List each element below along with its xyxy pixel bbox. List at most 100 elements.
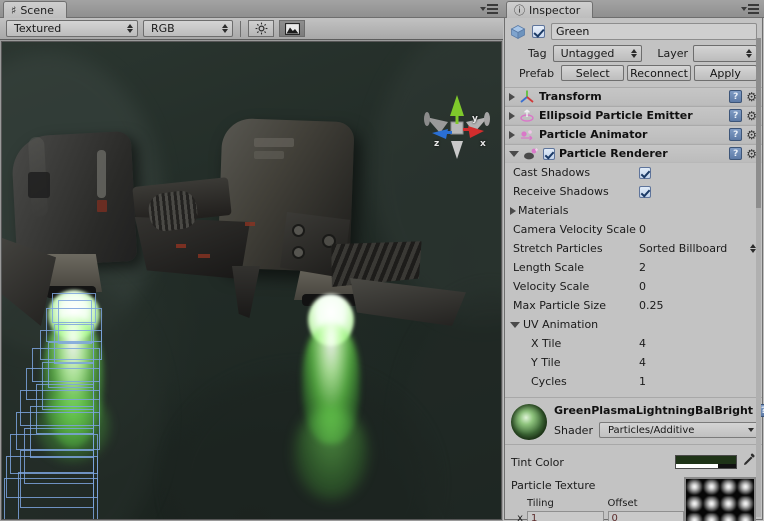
material-header: GreenPlasmaLightningBalBright ? ⚙ Shader… <box>505 397 762 444</box>
color-mode-dropdown[interactable]: RGB <box>143 20 233 37</box>
property-receive-shadows[interactable]: Receive Shadows <box>505 182 762 201</box>
scene-panel-menu-icon[interactable] <box>480 4 498 14</box>
property-label: Length Scale <box>513 261 639 274</box>
property-x-tile[interactable]: X Tile 4 <box>505 334 762 353</box>
property-length-scale[interactable]: Length Scale 2 <box>505 258 762 277</box>
property-label: UV Animation <box>523 318 598 331</box>
property-y-tile[interactable]: Y Tile 4 <box>505 353 762 372</box>
gameobject-name-value: Green <box>556 25 589 38</box>
image-toggle-button[interactable] <box>279 20 305 37</box>
help-icon[interactable]: ? <box>729 147 742 160</box>
component-name: Particle Animator <box>539 128 647 141</box>
property-value: 2 <box>639 261 646 274</box>
tab-inspector[interactable]: ⓘ Inspector <box>506 1 593 18</box>
shader-label: Shader <box>554 424 593 437</box>
tiling-x-field[interactable]: 1 <box>527 511 604 521</box>
prefab-apply-label: Apply <box>710 67 741 80</box>
component-name: Particle Renderer <box>559 147 668 160</box>
axis-gizmo[interactable]: y x z <box>422 89 492 167</box>
prefab-reconnect-button[interactable]: Reconnect <box>627 65 690 81</box>
tab-scene[interactable]: ♯ Scene <box>3 1 67 18</box>
grid-icon: ♯ <box>11 5 16 16</box>
foldout-icon[interactable] <box>510 207 516 215</box>
property-label: X Tile <box>513 337 639 350</box>
property-uv-animation[interactable]: UV Animation <box>505 315 762 334</box>
lighting-toggle-button[interactable] <box>248 20 274 37</box>
property-stretch-particles[interactable]: Stretch Particles Sorted Billboard <box>505 239 762 258</box>
view-mode-dropdown[interactable]: Textured <box>6 20 138 37</box>
particle-texture-thumbnail[interactable]: Select <box>684 477 756 521</box>
gameobject-enabled-checkbox[interactable] <box>532 25 545 38</box>
tint-color-label: Tint Color <box>511 456 564 469</box>
prefab-label: Prefab <box>510 67 554 80</box>
hamburger-icon <box>487 4 498 14</box>
particle-texture-label: Particle Texture <box>511 477 684 498</box>
inspector-body: Green Tag Untagged Layer Pre <box>504 18 763 520</box>
help-icon[interactable]: ? <box>729 90 742 103</box>
foldout-icon[interactable] <box>509 112 515 120</box>
shader-dropdown[interactable]: Particles/Additive <box>599 422 759 438</box>
right-thruster-tail <box>294 408 368 500</box>
property-label: Receive Shadows <box>513 185 639 198</box>
chevron-down-icon <box>748 428 754 432</box>
inspector-panel-menu-icon[interactable] <box>741 4 759 14</box>
color-mode-value: RGB <box>151 22 175 35</box>
layer-dropdown[interactable] <box>693 45 757 62</box>
help-icon[interactable]: ? <box>729 128 742 141</box>
tab-inspector-label: Inspector <box>529 4 580 17</box>
property-materials[interactable]: Materials <box>505 201 762 220</box>
cast-shadows-checkbox[interactable] <box>639 167 651 179</box>
property-value: 0.25 <box>639 299 664 312</box>
property-value: Sorted Billboard <box>639 242 727 255</box>
gizmo-y-label: y <box>472 114 478 124</box>
property-cast-shadows[interactable]: Cast Shadows <box>505 163 762 182</box>
prefab-select-button[interactable]: Select <box>561 65 624 81</box>
component-header-ellipsoid-particle-emitter[interactable]: Ellipsoid Particle Emitter ? ⚙ <box>505 106 762 125</box>
inspector-scrollbar[interactable] <box>756 38 761 517</box>
prefab-reconnect-label: Reconnect <box>630 67 688 80</box>
receive-shadows-checkbox[interactable] <box>639 186 651 198</box>
info-icon: ⓘ <box>514 5 525 16</box>
scene-toolbar: Textured RGB <box>0 18 503 40</box>
component-header-transform[interactable]: Transform ? ⚙ <box>505 87 762 106</box>
scene-tabstrip: ♯ Scene <box>0 0 503 18</box>
help-icon[interactable]: ? <box>729 109 742 122</box>
property-label: Stretch Particles <box>513 242 639 255</box>
eyedropper-icon[interactable] <box>742 453 756 471</box>
particle-texture-row: Particle Texture Tiling Offset x 1 0 y 1… <box>505 473 762 521</box>
tag-dropdown[interactable]: Untagged <box>553 45 642 62</box>
property-max-particle-size[interactable]: Max Particle Size 0.25 <box>505 296 762 315</box>
toolbar-divider <box>240 21 241 37</box>
component-name: Transform <box>539 90 602 103</box>
image-icon <box>285 23 300 35</box>
prefab-apply-button[interactable]: Apply <box>694 65 757 81</box>
property-camera-velocity-scale[interactable]: Camera Velocity Scale 0 <box>505 220 762 239</box>
updown-icon <box>631 49 637 58</box>
transform-icon <box>519 89 535 104</box>
foldout-icon[interactable] <box>509 93 515 101</box>
particle-renderer-enabled-checkbox[interactable] <box>543 148 555 160</box>
cube-icon <box>510 24 526 40</box>
shader-value: Particles/Additive <box>608 425 694 436</box>
particle-wireframe <box>18 472 94 520</box>
chevron-down-icon <box>480 7 486 11</box>
foldout-icon[interactable] <box>509 131 515 139</box>
foldout-icon[interactable] <box>509 151 519 157</box>
particle-renderer-icon <box>523 146 539 161</box>
tag-value: Untagged <box>561 47 615 60</box>
property-label: Camera Velocity Scale <box>513 223 639 236</box>
gameobject-name-field[interactable]: Green <box>551 23 757 40</box>
component-header-particle-animator[interactable]: Particle Animator ? ⚙ <box>505 125 762 144</box>
updown-icon <box>127 24 133 33</box>
property-velocity-scale[interactable]: Velocity Scale 0 <box>505 277 762 296</box>
tint-color-swatch[interactable] <box>675 455 737 469</box>
property-cycles[interactable]: Cycles 1 <box>505 372 762 391</box>
updown-icon <box>746 49 752 58</box>
offset-x-field[interactable]: 0 <box>608 511 685 521</box>
property-value: 1 <box>639 375 646 388</box>
foldout-icon[interactable] <box>510 322 520 328</box>
material-preview[interactable] <box>511 404 547 440</box>
scene-viewport[interactable]: y x z <box>1 41 502 520</box>
chevron-down-icon <box>741 7 747 11</box>
component-header-particle-renderer[interactable]: Particle Renderer ? ⚙ <box>505 144 762 163</box>
